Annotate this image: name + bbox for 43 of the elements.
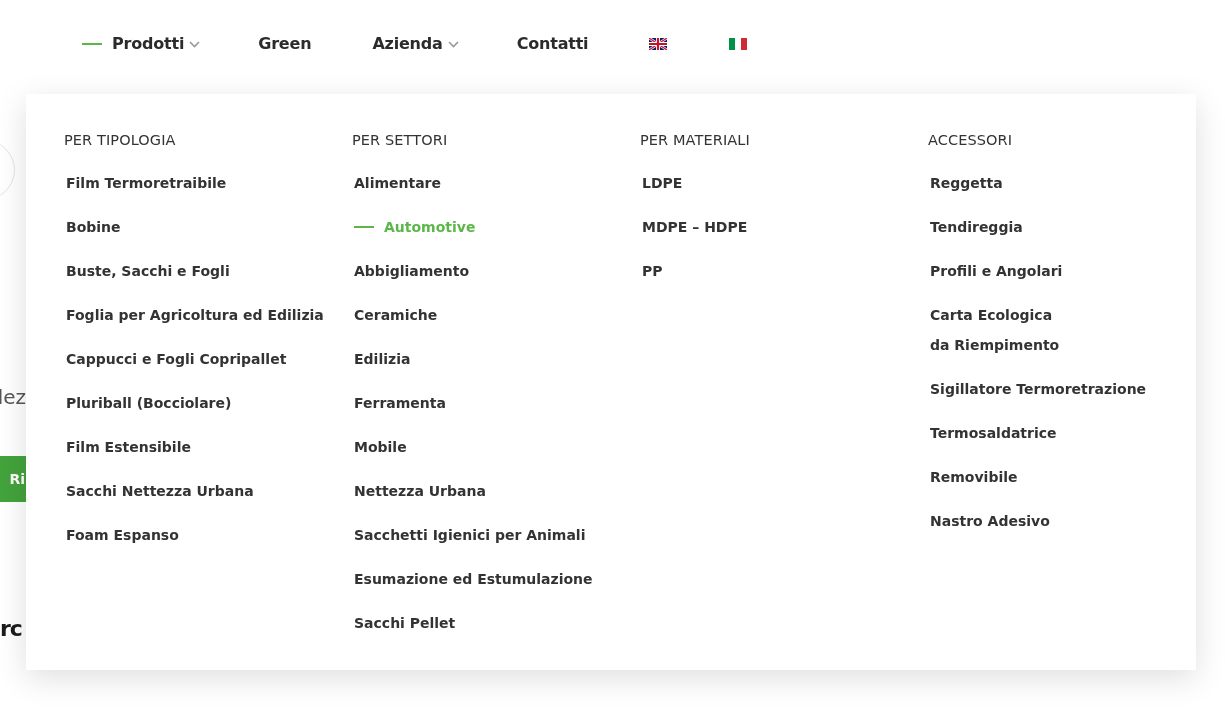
menu-link[interactable]: Foam Espanso [64, 520, 352, 564]
menu-link[interactable]: Film Termoretraibile [64, 168, 352, 212]
column-heading: PER MATERIALI [640, 131, 751, 150]
nav-link[interactable]: Azienda [372, 32, 459, 56]
menu-link[interactable]: Buste, Sacchi e Fogli [64, 256, 352, 300]
menu-link[interactable]: LDPE [640, 168, 928, 212]
menu-link[interactable]: Carta Ecologica da Riempimento [928, 300, 1216, 374]
menu-link[interactable]: MDPE – HDPE [640, 212, 928, 256]
menu-link[interactable]: Pluriball (Bocciolare) [64, 388, 352, 432]
menu-link[interactable]: Foglia per Agricoltura ed Edilizia [64, 300, 352, 344]
menu-link[interactable]: Sacchi Nettezza Urbana [64, 476, 352, 520]
menu-link[interactable]: Ferramenta [352, 388, 640, 432]
nav-link[interactable]: Contatti [516, 32, 589, 56]
body-text: lez [0, 384, 26, 411]
menu-link[interactable]: Nettezza Urbana [352, 476, 640, 520]
flag-icon[interactable] [649, 38, 668, 50]
menu-link[interactable]: Nastro Adesivo [928, 506, 1216, 550]
column-heading: PER SETTORI [352, 131, 449, 150]
column-heading: PER TIPOLOGIA [64, 131, 177, 150]
menu-link[interactable]: Esumazione ed Estumulazione [352, 564, 640, 608]
menu-link[interactable]: PP [640, 256, 928, 300]
menu-link[interactable]: Sacchi Pellet [352, 608, 640, 652]
menu-link[interactable]: Bobine [64, 212, 352, 256]
menu-link[interactable]: Abbigliamento [352, 256, 640, 300]
menu-link[interactable]: Cappucci e Fogli Copripallet [64, 344, 352, 388]
menu-link[interactable]: Ceramiche [352, 300, 640, 344]
chevron-down-icon [447, 40, 459, 48]
menu-link[interactable]: Sacchetti Igienici per Animali [352, 520, 640, 564]
menu-link[interactable]: Profili e Angolari [928, 256, 1216, 300]
menu-link[interactable]: Sigillatore Termoretrazione [928, 374, 1216, 418]
menu-link[interactable]: Film Estensibile [64, 432, 352, 476]
menu-link[interactable]: Tendireggia [928, 212, 1216, 256]
nav-link[interactable]: Green [258, 32, 312, 56]
section-heading: rc [0, 615, 22, 643]
nav-link[interactable]: Prodotti [82, 32, 201, 56]
column-heading: ACCESSORI [928, 131, 1014, 150]
menu-link[interactable]: Termosaldatrice [928, 418, 1216, 462]
chevron-down-icon [189, 40, 201, 48]
menu-link[interactable]: Mobile [352, 432, 640, 476]
menu-link[interactable]: Removibile [928, 462, 1216, 506]
menu-link[interactable]: Reggetta [928, 168, 1216, 212]
menu-link[interactable]: Edilizia [352, 344, 640, 388]
menu-link[interactable]: Alimentare [352, 168, 640, 212]
